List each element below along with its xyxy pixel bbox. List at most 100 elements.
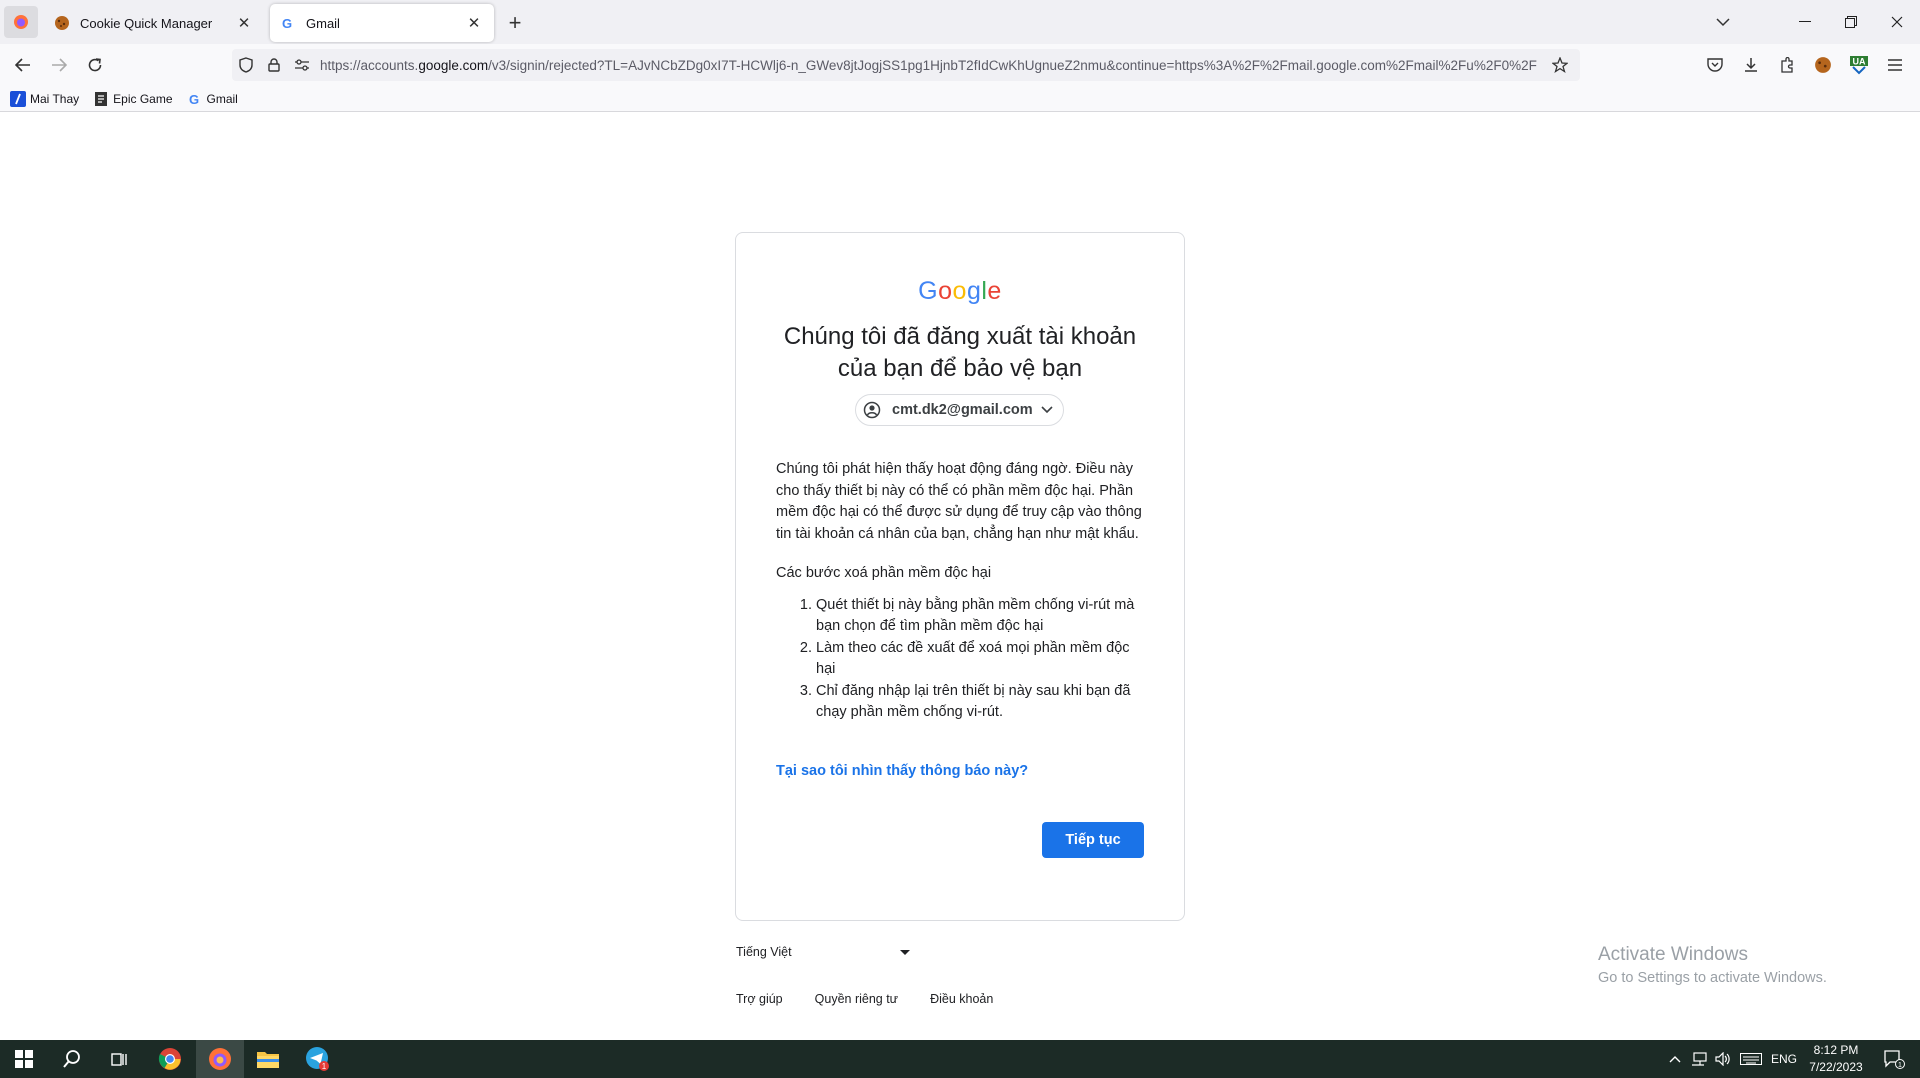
continue-button[interactable]: Tiếp tục: [1042, 822, 1144, 858]
clock-date: 7/22/2023: [1809, 1060, 1863, 1074]
tab-title: Cookie Quick Manager: [80, 15, 213, 31]
google-logo: Google: [918, 277, 1002, 305]
show-hidden-icons-button[interactable]: [1664, 1040, 1686, 1078]
svg-text:1: 1: [1898, 1062, 1902, 1069]
lock-icon[interactable]: [260, 51, 288, 79]
language-label: Tiếng Việt: [736, 945, 792, 959]
chrome-icon: [158, 1048, 181, 1070]
forward-arrow-icon: [52, 58, 67, 72]
bookmarks-toolbar: Mai Thay Epic Game G Gmail: [0, 86, 1920, 112]
new-tab-button[interactable]: +: [502, 10, 528, 36]
warning-body: Chúng tôi phát hiện thấy hoạt động đáng …: [776, 459, 1146, 724]
cookie-manager-extension-icon[interactable]: [1810, 52, 1836, 78]
list-item: Quét thiết bị này bằng phần mềm chống vi…: [816, 595, 1146, 638]
extensions-icon[interactable]: [1774, 52, 1800, 78]
bookmark-epic-game[interactable]: Epic Game: [93, 91, 173, 107]
clock[interactable]: 8:12 PM 7/22/2023: [1804, 1042, 1868, 1076]
svg-text:G: G: [189, 92, 199, 106]
firefox-view-button[interactable]: [4, 6, 38, 38]
address-bar[interactable]: https://accounts.google.com/v3/signin/re…: [232, 49, 1580, 81]
tab-bar: Cookie Quick Manager ✕ G Gmail ✕ +: [0, 0, 1920, 44]
bookmark-label: Gmail: [206, 91, 238, 106]
taskbar-firefox[interactable]: [196, 1040, 244, 1078]
tracking-protection-icon[interactable]: [232, 51, 260, 79]
action-center-button[interactable]: 1: [1874, 1040, 1914, 1078]
close-icon: [1891, 16, 1903, 28]
svg-text:1: 1: [322, 1062, 327, 1071]
network-button[interactable]: [1688, 1040, 1710, 1078]
list-all-tabs-button[interactable]: [1700, 0, 1746, 44]
close-tab-icon[interactable]: ✕: [234, 13, 254, 33]
start-button[interactable]: [0, 1040, 48, 1078]
footer-links: Trợ giúp Quyền riêng tư Điều khoản: [736, 992, 1025, 1006]
svg-text:G: G: [282, 16, 292, 30]
back-arrow-icon: [15, 58, 30, 72]
reload-button[interactable]: [80, 51, 110, 79]
firefox-icon: [14, 15, 28, 29]
bookmark-label: Mai Thay: [30, 91, 80, 106]
windows-logo-icon: [15, 1050, 33, 1068]
list-item: Chỉ đăng nhập lại trên thiết bị này sau …: [816, 681, 1146, 724]
signin-rejected-card: Google Chúng tôi đã đăng xuất tài khoản …: [735, 232, 1185, 921]
bookmark-star-icon[interactable]: [1546, 51, 1574, 79]
watermark-title: Activate Windows: [1598, 944, 1748, 965]
tab-cookie-quick-manager[interactable]: Cookie Quick Manager ✕: [44, 4, 264, 42]
privacy-link[interactable]: Quyền riêng tư: [815, 992, 898, 1006]
bookmark-gmail[interactable]: G Gmail: [187, 91, 238, 107]
close-tab-icon[interactable]: ✕: [464, 13, 484, 33]
help-link[interactable]: Trợ giúp: [736, 992, 783, 1006]
page-title: Chúng tôi đã đăng xuất tài khoản của bạn…: [783, 323, 1137, 382]
pocket-icon[interactable]: [1702, 52, 1728, 78]
tab-gmail[interactable]: G Gmail ✕: [270, 4, 494, 42]
account-email: cmt.dk2@gmail.com: [892, 402, 1033, 418]
steps-list: Quét thiết bị này bằng phần mềm chống vi…: [776, 595, 1146, 724]
forward-button[interactable]: [44, 51, 74, 79]
telegram-icon: 1: [306, 1047, 329, 1071]
chevron-down-icon: [1041, 406, 1053, 414]
input-language-button[interactable]: ENG: [1768, 1040, 1800, 1078]
task-view-button[interactable]: [96, 1040, 144, 1078]
volume-button[interactable]: [1712, 1040, 1734, 1078]
taskbar-file-explorer[interactable]: [244, 1040, 292, 1078]
bookmark-page-icon: [93, 91, 109, 107]
steps-title: Các bước xoá phần mềm độc hại: [776, 565, 992, 581]
user-agent-extension-icon[interactable]: UA: [1846, 52, 1872, 78]
restore-icon: [1845, 16, 1857, 28]
google-g-icon: G: [187, 91, 203, 107]
search-icon: [63, 1050, 80, 1068]
minimize-button[interactable]: [1782, 0, 1828, 44]
task-view-icon: [111, 1053, 127, 1066]
restore-button[interactable]: [1828, 0, 1874, 44]
terms-link[interactable]: Điều khoản: [930, 992, 993, 1006]
navigation-toolbar: https://accounts.google.com/v3/signin/re…: [0, 44, 1920, 86]
activate-windows-watermark: Activate Windows Go to Settings to activ…: [1598, 944, 1827, 986]
taskbar-chrome[interactable]: [146, 1040, 194, 1078]
bookmark-mai-thay[interactable]: Mai Thay: [10, 90, 80, 107]
taskbar-telegram[interactable]: 1: [294, 1040, 342, 1078]
back-button[interactable]: [8, 51, 38, 79]
reload-icon: [88, 58, 102, 72]
cookie-icon: [54, 15, 70, 31]
downloads-icon[interactable]: [1738, 52, 1764, 78]
close-window-button[interactable]: [1874, 0, 1920, 44]
touch-keyboard-button[interactable]: [1738, 1040, 1764, 1078]
dropdown-arrow-icon: [900, 949, 910, 955]
url-text[interactable]: https://accounts.google.com/v3/signin/re…: [320, 58, 1546, 73]
keyboard-icon: [1740, 1053, 1762, 1065]
search-button[interactable]: [48, 1040, 96, 1078]
chevron-up-icon: [1669, 1056, 1681, 1063]
speaker-icon: [1715, 1052, 1730, 1066]
notification-icon: 1: [1884, 1050, 1905, 1069]
language-select[interactable]: Tiếng Việt: [736, 940, 916, 964]
firefox-icon: [209, 1048, 231, 1070]
account-chooser-button[interactable]: cmt.dk2@gmail.com: [855, 394, 1064, 426]
windows-taskbar: 1 ENG 8:12 PM 7/22/2023 1: [0, 1040, 1920, 1078]
permissions-icon[interactable]: [288, 51, 316, 79]
language-indicator: ENG: [1770, 1052, 1797, 1066]
folder-icon: [257, 1052, 279, 1068]
svg-text:UA: UA: [1853, 57, 1866, 67]
warning-paragraph: Chúng tôi phát hiện thấy hoạt động đáng …: [776, 461, 1142, 542]
why-am-i-seeing-this-link[interactable]: Tại sao tôi nhìn thấy thông báo này?: [776, 763, 1028, 779]
bookmark-label: Epic Game: [113, 91, 173, 106]
hamburger-menu-icon[interactable]: [1882, 52, 1908, 78]
